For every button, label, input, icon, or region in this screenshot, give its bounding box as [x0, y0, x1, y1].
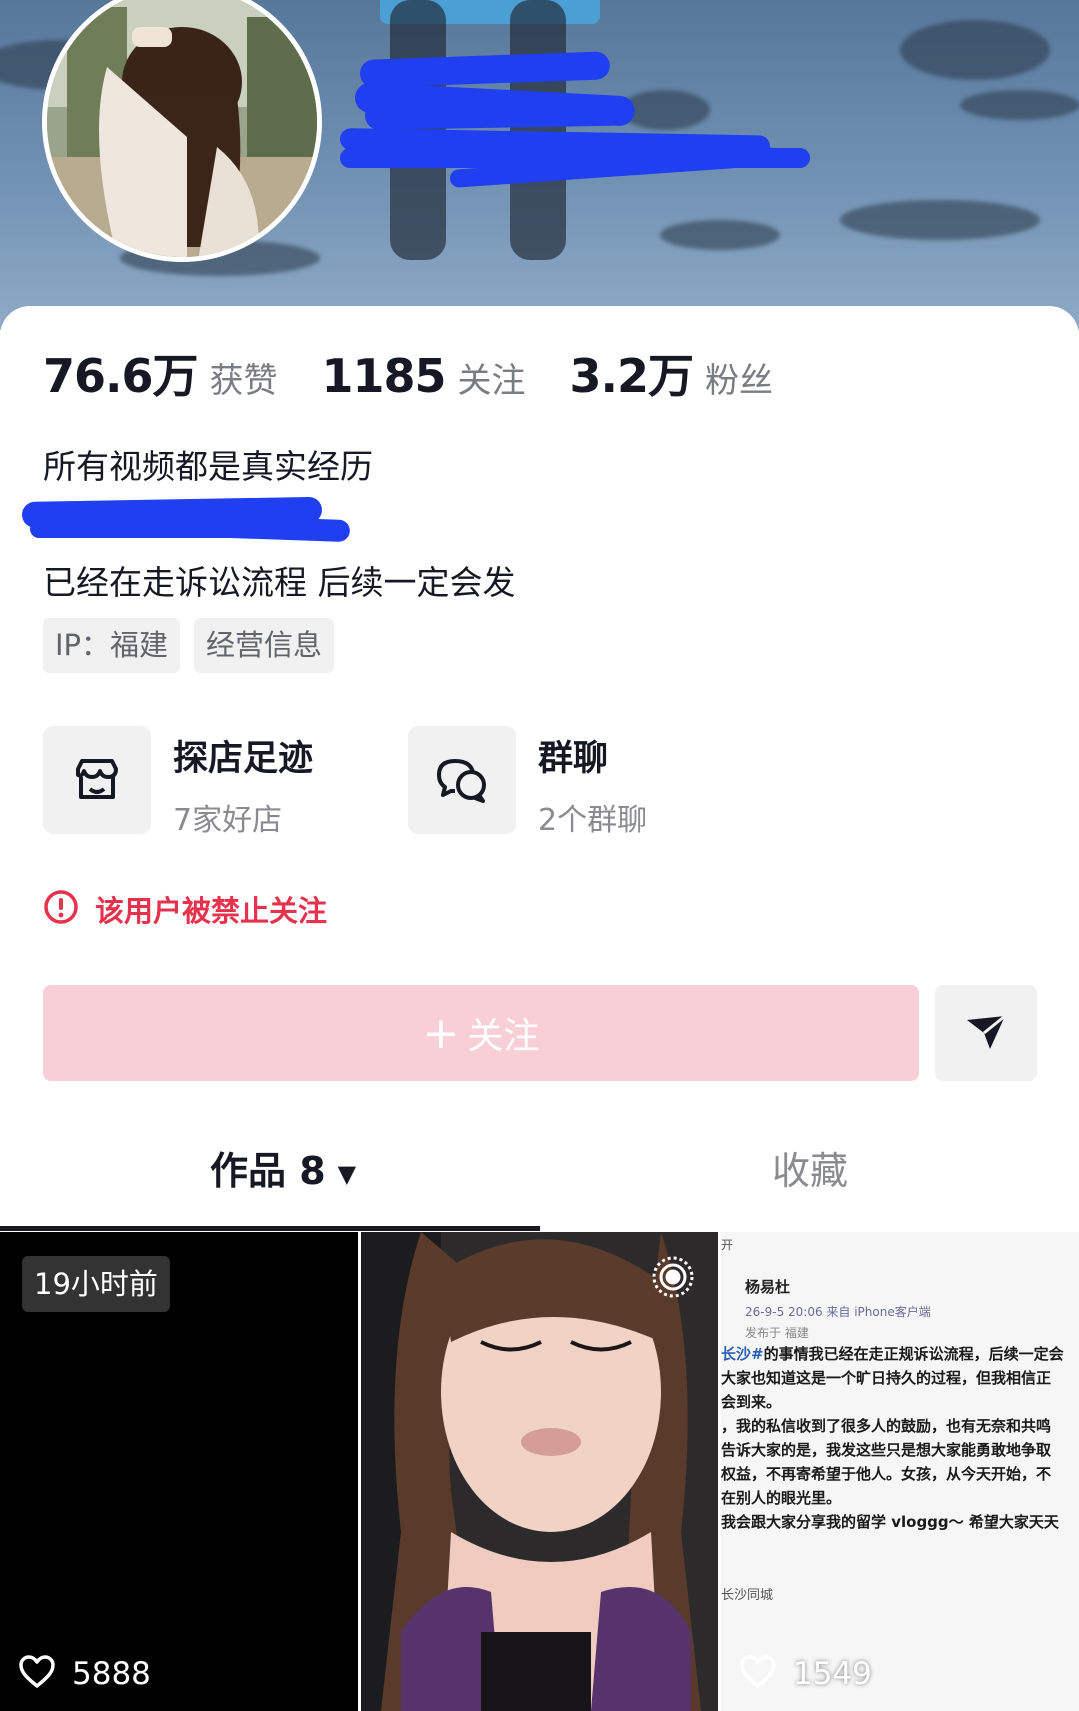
stat-following-value: 1185: [321, 349, 447, 403]
post-line: 的事情我已经在走正规诉讼流程，后续一定会: [763, 1345, 1064, 1363]
tab-favorites[interactable]: 收藏: [772, 1140, 848, 1195]
stat-followers-label: 粉丝: [705, 361, 774, 401]
stat-likes-value: 76.6万: [43, 349, 198, 403]
post-line: 在别人的眼光里。: [721, 1489, 842, 1507]
store-icon: [43, 726, 151, 834]
follow-button-label: 关注: [467, 1016, 540, 1057]
stat-likes[interactable]: 76.6万 获赞: [43, 340, 278, 406]
video-thumbnail[interactable]: 19小时前 5888: [0, 1232, 358, 1711]
follow-button[interactable]: + 关注: [43, 985, 919, 1081]
ip-location-tag: IP：福建: [43, 618, 181, 673]
tab-works[interactable]: 作品 8 ▼: [210, 1140, 356, 1195]
video-likes: 1549: [739, 1655, 872, 1693]
post-line: 大家也知道这是一个旷日持久的过程，但我相信正: [721, 1369, 1052, 1387]
stat-following-label: 关注: [457, 361, 526, 401]
stat-followers[interactable]: 3.2万 粉丝: [570, 340, 774, 406]
post-line: 告诉大家的是，我发这些只是想大家能勇敢地争取: [721, 1441, 1052, 1459]
post-body: 长沙#的事情我已经在走正规诉讼流程，后续一定会 大家也知道这是一个旷日持久的过程…: [721, 1342, 1079, 1534]
plus-icon: +: [422, 1007, 460, 1059]
feature-chat-subtitle: 2个群聊: [538, 803, 648, 838]
profile-stats: 76.6万 获赞 1185 关注 3.2万 粉丝: [43, 340, 817, 406]
video-grid: 19小时前 5888 开 杨易杜 26-9-5 20:06 来自 iPhone客…: [0, 1232, 1079, 1711]
video-thumbnail[interactable]: 开 杨易杜 26-9-5 20:06 来自 iPhone客户端 发布于 福建 长…: [721, 1232, 1079, 1711]
stat-likes-label: 获赞: [209, 361, 278, 401]
bio-line-3: 已经在走诉讼流程 后续一定会发: [43, 563, 516, 602]
send-message-button[interactable]: [935, 985, 1037, 1081]
feature-group-chat[interactable]: 群聊 2个群聊: [408, 726, 647, 839]
post-meta: 26-9-5 20:06 来自 iPhone客户端: [745, 1305, 931, 1319]
bio-line-1: 所有视频都是真实经历: [43, 447, 373, 486]
warning-text: 该用户被禁止关注: [95, 894, 328, 928]
likes-count: 5888: [72, 1656, 151, 1692]
post-line: ，我的私信收到了很多人的鼓励，也有无奈和共鸣: [721, 1417, 1052, 1435]
active-tab-indicator: [0, 1226, 540, 1231]
post-line: 会到来。: [721, 1393, 782, 1411]
send-icon: [964, 1012, 1008, 1055]
chat-bubbles-icon: [408, 726, 516, 834]
stat-followers-value: 3.2万: [569, 349, 694, 403]
post-top-text: 开: [721, 1238, 734, 1252]
heart-icon: [739, 1655, 777, 1693]
post-footer: 长沙同城: [721, 1588, 774, 1603]
caret-down-icon: ▼: [337, 1159, 357, 1188]
post-line: 权益，不再寄希望于他人。女孩，从今天开始，不: [721, 1465, 1052, 1483]
business-info-tag[interactable]: 经营信息: [194, 618, 335, 673]
live-photo-icon: [650, 1254, 696, 1304]
alert-circle-icon: [43, 889, 79, 929]
follow-banned-warning: 该用户被禁止关注: [43, 888, 327, 930]
profile-tabs: 作品 8 ▼ 收藏: [0, 1140, 1079, 1228]
likes-count: 1549: [793, 1656, 872, 1692]
time-badge: 19小时前: [22, 1256, 170, 1312]
feature-chat-title: 群聊: [538, 739, 609, 779]
post-location: 发布于 福建: [745, 1326, 809, 1340]
tab-works-label: 作品 8: [210, 1149, 326, 1193]
feature-store-subtitle: 7家好店: [173, 803, 283, 838]
stat-following[interactable]: 1185 关注: [322, 349, 526, 403]
profile-tags: IP：福建 经营信息: [43, 618, 348, 673]
heart-icon: [18, 1655, 56, 1693]
post-line: 我会跟大家分享我的留学 vloggg～ 希望大家天天: [721, 1513, 1059, 1531]
post-hashtag: 长沙#: [721, 1345, 764, 1363]
post-author: 杨易杜: [745, 1278, 791, 1296]
profile-page: 76.6万 获赞 1185 关注 3.2万 粉丝 所有视频都是真实经历 已经在走…: [0, 0, 1079, 1711]
feature-store-title: 探店足迹: [173, 739, 314, 779]
video-thumbnail[interactable]: [361, 1232, 718, 1711]
post-header: 杨易杜 26-9-5 20:06 来自 iPhone客户端 发布于 福建: [745, 1276, 931, 1341]
video-likes: 5888: [18, 1655, 151, 1693]
feature-store-visits[interactable]: 探店足迹 7家好店: [43, 726, 313, 839]
